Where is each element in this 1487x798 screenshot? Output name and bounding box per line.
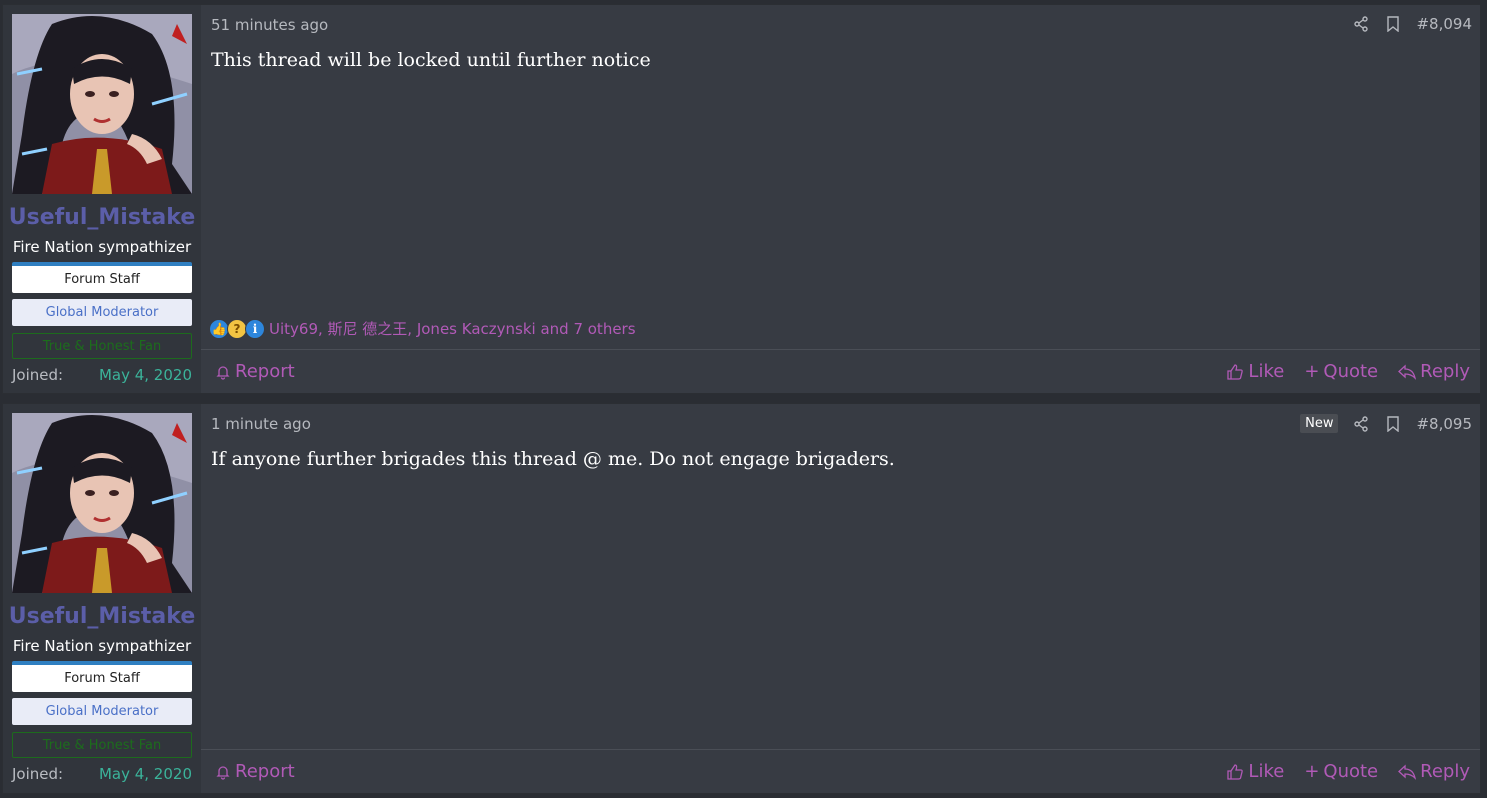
bell-icon bbox=[216, 765, 230, 780]
banner-global-moderator: Global Moderator bbox=[12, 299, 192, 326]
banner-true-honest-fan: True & Honest Fan bbox=[12, 333, 192, 359]
reactions-text[interactable]: Uity69, 斯尼 德之王, Jones Kaczynski and 7 ot… bbox=[269, 318, 636, 339]
joined-date: May 4, 2020 bbox=[98, 765, 192, 783]
banner-forum-staff: Forum Staff bbox=[12, 262, 192, 293]
post-actions: Like + Quote Reply bbox=[1226, 361, 1470, 382]
reply-icon bbox=[1398, 764, 1417, 780]
new-badge: New bbox=[1300, 414, 1339, 433]
reactions-bar[interactable]: 👍 ? i Uity69, 斯尼 德之王, Jones Kaczynski an… bbox=[209, 318, 636, 339]
thumbs-up-icon bbox=[1227, 363, 1244, 380]
thumbs-up-icon bbox=[1227, 763, 1244, 780]
bookmark-icon[interactable] bbox=[1384, 415, 1402, 433]
reply-icon bbox=[1398, 364, 1417, 380]
report-button[interactable]: Report bbox=[215, 361, 295, 382]
post-footer: Report Like + Quote Reply bbox=[201, 349, 1480, 393]
plus-icon: + bbox=[1304, 361, 1320, 382]
info-icon: i bbox=[245, 318, 265, 339]
post-header-actions: New #8,095 bbox=[1300, 414, 1472, 433]
post-body: This thread will be locked until further… bbox=[211, 49, 651, 71]
username[interactable]: Useful_Mistake bbox=[3, 604, 201, 629]
reply-button[interactable]: Reply bbox=[1398, 761, 1470, 782]
thinking-icon: ? bbox=[227, 318, 247, 339]
quote-button[interactable]: + Quote bbox=[1304, 361, 1378, 382]
share-icon[interactable] bbox=[1352, 15, 1370, 33]
joined-date: May 4, 2020 bbox=[98, 366, 192, 384]
joined-label: Joined: bbox=[12, 366, 64, 384]
banner-forum-staff: Forum Staff bbox=[12, 661, 192, 692]
user-sidebar: Useful_Mistake Fire Nation sympathizer F… bbox=[3, 5, 201, 393]
post-timestamp[interactable]: 1 minute ago bbox=[211, 415, 311, 433]
plus-icon: + bbox=[1304, 761, 1320, 782]
bell-icon bbox=[216, 365, 230, 380]
joined-row: Joined: May 4, 2020 bbox=[12, 366, 192, 384]
banner-true-honest-fan: True & Honest Fan bbox=[12, 732, 192, 758]
username[interactable]: Useful_Mistake bbox=[3, 205, 201, 230]
quote-button[interactable]: + Quote bbox=[1304, 761, 1378, 782]
post-actions: Like + Quote Reply bbox=[1226, 761, 1470, 782]
post: Useful_Mistake Fire Nation sympathizer F… bbox=[2, 4, 1481, 394]
share-icon[interactable] bbox=[1352, 415, 1370, 433]
banner-global-moderator: Global Moderator bbox=[12, 698, 192, 725]
avatar-image bbox=[12, 413, 192, 593]
report-button[interactable]: Report bbox=[215, 761, 295, 782]
post-main: 51 minutes ago #8,094 This thread will b… bbox=[201, 5, 1480, 393]
joined-label: Joined: bbox=[12, 765, 64, 783]
like-icon: 👍 bbox=[209, 318, 229, 339]
like-button[interactable]: Like bbox=[1226, 361, 1284, 382]
post-timestamp[interactable]: 51 minutes ago bbox=[211, 16, 328, 34]
user-title: Fire Nation sympathizer bbox=[12, 238, 192, 256]
post: Useful_Mistake Fire Nation sympathizer F… bbox=[2, 403, 1481, 794]
avatar-image bbox=[12, 14, 192, 194]
avatar[interactable] bbox=[12, 14, 192, 194]
bookmark-icon[interactable] bbox=[1384, 15, 1402, 33]
post-body: If anyone further brigades this thread @… bbox=[211, 448, 895, 470]
reply-button[interactable]: Reply bbox=[1398, 361, 1470, 382]
joined-row: Joined: May 4, 2020 bbox=[12, 765, 192, 783]
post-main: 1 minute ago New #8,095 If anyone furthe… bbox=[201, 404, 1480, 793]
user-title: Fire Nation sympathizer bbox=[12, 637, 192, 655]
post-number[interactable]: #8,095 bbox=[1416, 415, 1472, 433]
like-button[interactable]: Like bbox=[1226, 761, 1284, 782]
post-header-actions: #8,094 bbox=[1352, 15, 1472, 33]
avatar[interactable] bbox=[12, 413, 192, 593]
user-sidebar: Useful_Mistake Fire Nation sympathizer F… bbox=[3, 404, 201, 793]
post-number[interactable]: #8,094 bbox=[1416, 15, 1472, 33]
post-footer: Report Like + Quote Reply bbox=[201, 749, 1480, 793]
